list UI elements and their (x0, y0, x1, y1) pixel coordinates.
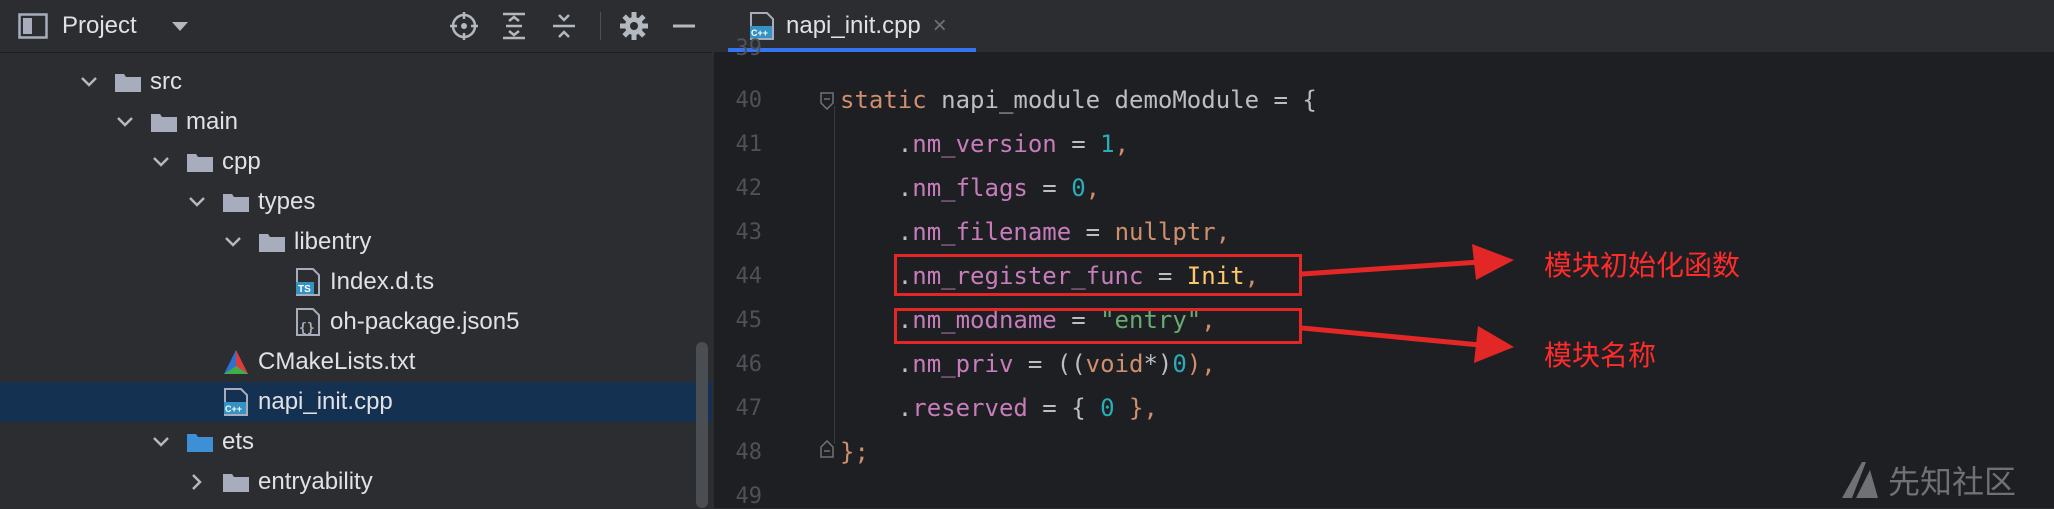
code-line-40: static napi_module demoModule = { (840, 86, 1317, 114)
svg-text:TS: TS (298, 284, 311, 295)
line-number: 44 (735, 264, 763, 289)
line-number: 42 (735, 176, 763, 201)
chevron-down-icon[interactable] (150, 151, 172, 173)
tree-folder-cpp[interactable]: cpp (0, 142, 712, 182)
project-tree-scrollbar[interactable] (696, 52, 708, 508)
folder-icon (114, 70, 142, 94)
annotation-register-func: 模块初始化函数 (1544, 250, 1741, 281)
folder-icon (258, 230, 286, 254)
indent-guide (834, 106, 835, 444)
line-number: 47 (735, 396, 763, 421)
arrow-register-func (1301, 259, 1481, 277)
tree-item-label: src (150, 68, 182, 95)
tree-folder-src[interactable]: src (0, 62, 712, 102)
folder-icon (222, 470, 250, 494)
line-number: 40 (735, 88, 763, 113)
line-number: 49 (735, 484, 763, 509)
tree-item-label: libentry (294, 228, 372, 255)
tree-item-label: main (186, 108, 239, 135)
tree-item-label: cpp (222, 148, 261, 175)
tab-napi-init-cpp[interactable]: C++ napi_init.cpp × (728, 0, 976, 52)
svg-text:C++: C++ (225, 404, 242, 414)
minimize-icon[interactable] (666, 8, 702, 44)
chevron-down-icon[interactable] (114, 111, 136, 133)
project-tree: src main cpp types libentry TS Index.d.t… (0, 52, 712, 508)
folder-icon (186, 150, 214, 174)
tree-folder-libentry[interactable]: libentry (0, 222, 712, 262)
tree-file-oh-package-json5[interactable]: {} oh-package.json5 (0, 302, 712, 342)
line-number: 43 (735, 220, 763, 245)
chevron-down-icon[interactable] (222, 231, 244, 253)
json-file-icon: {} (294, 308, 322, 336)
tree-item-label: oh-package.json5 (330, 308, 520, 335)
tree-item-label: ets (222, 428, 255, 455)
watermark-text: 先知社区 (1888, 464, 2017, 500)
tree-folder-types[interactable]: types (0, 182, 712, 222)
tree-file-napi-init-cpp[interactable]: C++ napi_init.cpp (0, 382, 712, 422)
line-number: 46 (735, 352, 763, 377)
chevron-down-icon[interactable] (150, 431, 172, 453)
tree-item-label: Index.d.ts (330, 268, 435, 295)
scrollbar-thumb[interactable] (696, 342, 708, 508)
tree-item-label: CMakeLists.txt (258, 348, 416, 375)
tree-file-index-d-ts[interactable]: TS Index.d.ts (0, 262, 712, 302)
typescript-file-icon: TS (294, 268, 322, 296)
tree-folder-entryability[interactable]: entryability (0, 462, 712, 502)
line-number: 45 (735, 308, 763, 333)
tree-item-label: napi_init.cpp (258, 388, 393, 415)
watermark: 先知社区 (1840, 458, 2016, 502)
cpp-file-icon: C++ (222, 388, 250, 416)
svg-text:{}: {} (299, 321, 315, 336)
fold-close-icon[interactable] (820, 440, 834, 458)
line-number: 41 (735, 132, 763, 157)
folder-icon (222, 190, 250, 214)
line-number: 48 (735, 440, 763, 465)
watermark-logo-icon (1842, 462, 1878, 498)
project-panel-header: Project (0, 0, 712, 53)
arrow-head-register-func (1472, 244, 1514, 280)
project-panel: Project src main cpp types libentry TS I… (0, 0, 712, 508)
tree-file-cmakelists[interactable]: CMakeLists.txt (0, 342, 712, 382)
chevron-down-icon[interactable] (78, 71, 100, 93)
project-view-icon[interactable] (18, 0, 48, 52)
code-line-46: .nm_priv = ((void*)0), (840, 350, 1216, 378)
highlight-box-modname (894, 308, 1302, 344)
cmake-file-icon (222, 350, 250, 374)
collapse-all-icon[interactable] (546, 8, 582, 44)
code-line-41: .nm_version = 1, (840, 130, 1130, 158)
toolbar-divider (600, 12, 601, 40)
code-line-47: .reserved = { 0 }, (840, 394, 1158, 422)
tree-folder-main[interactable]: main (0, 102, 712, 142)
expand-all-icon[interactable] (496, 8, 532, 44)
annotation-modname: 模块名称 (1544, 340, 1657, 371)
folder-icon (186, 430, 214, 454)
line-number: 39 (735, 36, 763, 61)
code-line-42: .nm_flags = 0, (840, 174, 1101, 202)
chevron-down-icon[interactable] (186, 191, 208, 213)
code-line-43: .nm_filename = nullptr, (840, 218, 1231, 246)
code-line-48: }; (840, 438, 869, 466)
project-panel-title[interactable]: Project (62, 0, 137, 52)
tree-item-label: entryability (258, 468, 373, 495)
tree-item-label: types (258, 188, 316, 215)
arrow-head-modname (1474, 326, 1514, 363)
gear-icon[interactable] (616, 8, 652, 44)
project-view-dropdown-icon[interactable] (170, 0, 190, 52)
arrow-modname (1301, 325, 1481, 348)
locate-file-icon[interactable] (446, 8, 482, 44)
fold-open-icon[interactable] (820, 92, 834, 110)
tree-folder-ets[interactable]: ets (0, 422, 712, 462)
editor-tab-bar: C++ napi_init.cpp × (714, 0, 2054, 53)
chevron-right-icon[interactable] (186, 471, 208, 493)
highlight-box-register-func (894, 254, 1302, 296)
tab-label: napi_init.cpp (786, 12, 921, 39)
folder-icon (150, 110, 178, 134)
close-tab-icon[interactable]: × (933, 12, 947, 40)
line-number-gutter: 39 40 41 42 43 44 45 46 47 48 49 (714, 36, 784, 509)
annotation-arrows (1301, 244, 1514, 363)
